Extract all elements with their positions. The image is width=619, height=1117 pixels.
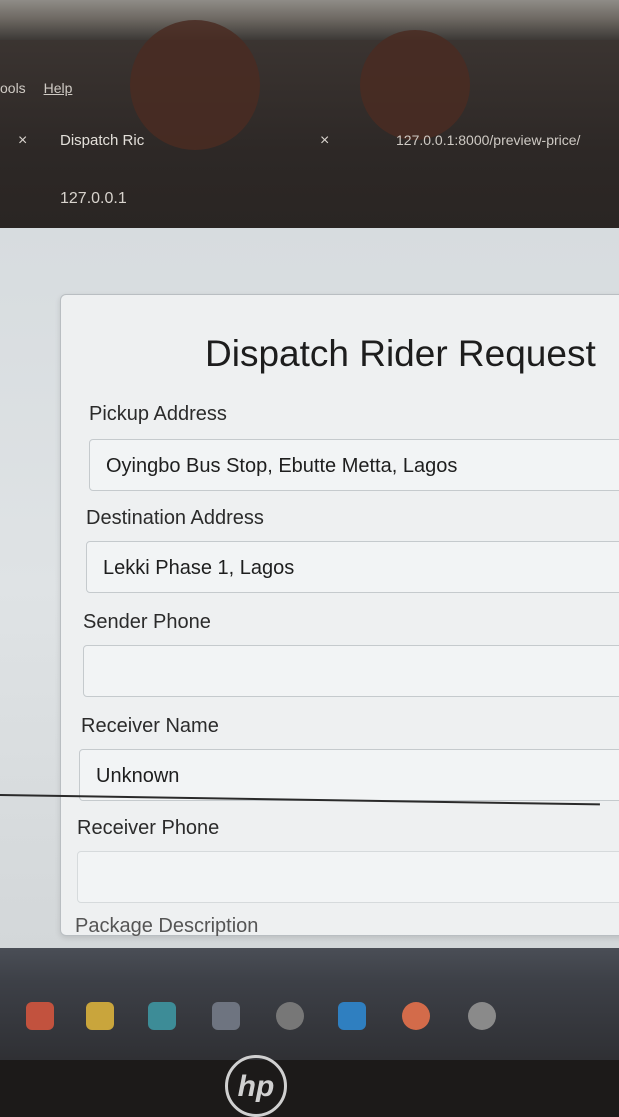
store-icon[interactable] [148,1002,176,1030]
receiver-phone-label: Receiver Phone [77,817,220,839]
reflection-blob [130,20,260,150]
receiver-phone-input[interactable] [77,851,619,903]
menu-tools[interactable]: ools [0,80,26,96]
tab-preview-price[interactable]: 127.0.0.1:8000/preview-price/ [396,132,580,148]
firefox-icon[interactable] [402,1002,430,1030]
menu-help[interactable]: Help [44,80,73,96]
tab-close-icon[interactable]: × [320,132,329,150]
address-bar[interactable]: 127.0.0.1 [60,190,127,208]
files-icon[interactable] [86,1002,114,1030]
receiver-name-input[interactable]: Unknown [79,749,619,801]
powerpoint-icon[interactable] [26,1002,54,1030]
sender-phone-label: Sender Phone [83,611,211,633]
destination-label: Destination Address [86,507,264,529]
package-description-label: Package Description [75,915,259,937]
pickup-label: Pickup Address [89,403,227,425]
tab-close-icon[interactable]: × [18,132,27,150]
receiver-name-label: Receiver Name [81,715,219,737]
page-title: Dispatch Rider Request [205,333,596,374]
vscode-icon[interactable] [338,1002,366,1030]
media-icon[interactable] [276,1002,304,1030]
reflection-blob [360,30,470,140]
request-form-card: Dispatch Rider Request Pickup Address Oy… [60,294,619,937]
page-content: Dispatch Rider Request Pickup Address Oy… [0,228,619,948]
tab-dispatch[interactable]: Dispatch Ric [60,132,144,149]
destination-address-input[interactable]: Lekki Phase 1, Lagos [86,541,619,593]
sender-phone-input[interactable] [83,645,619,697]
screen-bezel [0,0,619,40]
menu-bar: ools Help [0,80,86,96]
pickup-address-input[interactable]: Oyingbo Bus Stop, Ebutte Metta, Lagos [89,439,619,491]
code-icon[interactable] [212,1002,240,1030]
chrome-icon[interactable] [468,1002,496,1030]
hp-logo: hp [225,1055,287,1117]
